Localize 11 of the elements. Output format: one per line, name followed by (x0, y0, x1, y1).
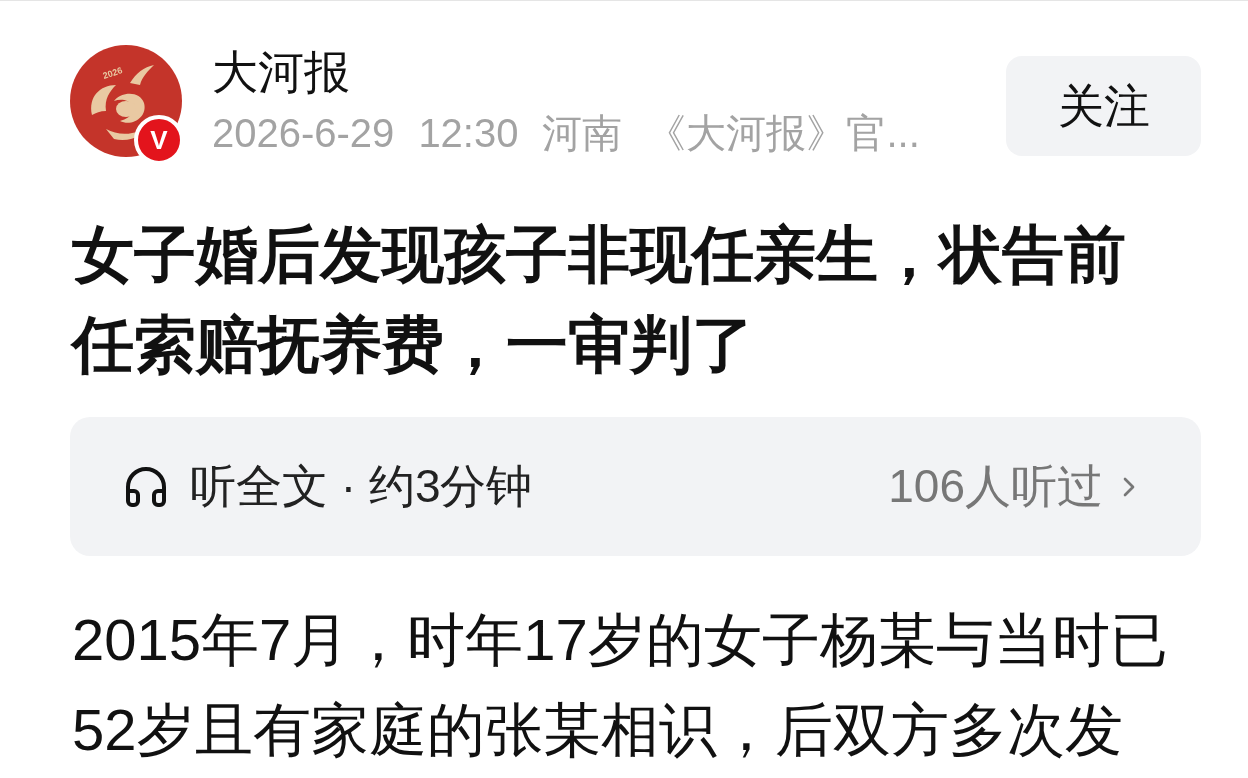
post-meta: 河南 (542, 110, 623, 156)
listener-count: 106人听过 (888, 459, 1103, 514)
post-meta: 2026-6-29 (212, 110, 395, 156)
listen-label: 听全文 · 约3分钟 (190, 459, 533, 514)
author-name[interactable]: 大河报 (212, 46, 350, 98)
article-paragraph: 2015年7月，时年17岁的女子杨某与当时已52岁且有家庭的张某相识，后双方多次发 (72, 606, 1169, 764)
listen-bar[interactable]: 听全文 · 约3分钟 106人听过 (70, 417, 1201, 556)
follow-button[interactable]: 关注 (1006, 56, 1201, 156)
post-meta: 《大河报》官... (646, 110, 920, 156)
post-meta: 12:30 (418, 110, 519, 156)
article-title: 女子婚后发现孩子非现任亲生，状告前任索赔抚养费，一审判了 (72, 219, 1127, 381)
